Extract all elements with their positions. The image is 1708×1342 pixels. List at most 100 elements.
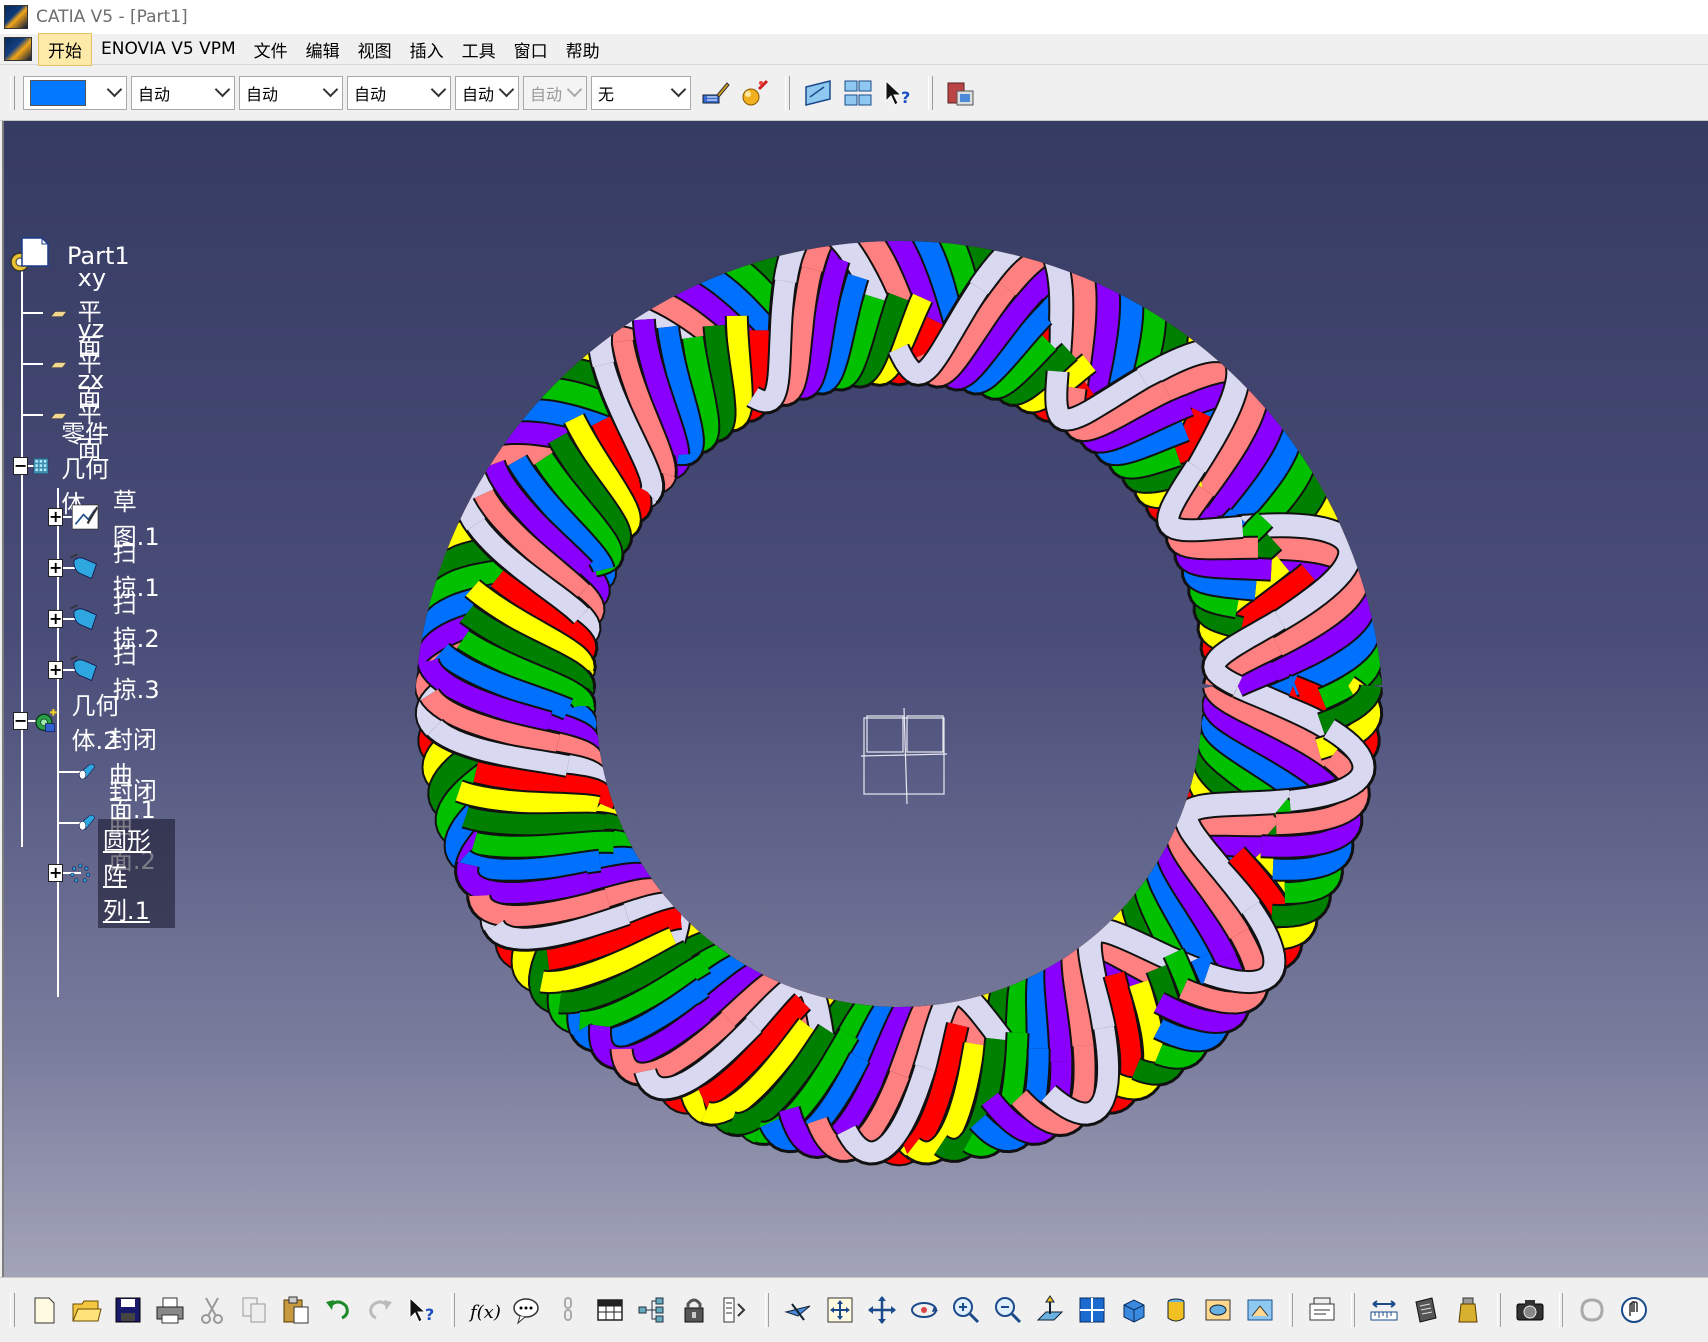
catia-logo-icon[interactable] <box>4 37 32 61</box>
chevron-down-icon <box>214 81 231 98</box>
menu-view[interactable]: 视图 <box>349 34 401 65</box>
svg-text:?: ? <box>425 1305 434 1324</box>
collapse-icon[interactable]: − <box>13 457 29 475</box>
copy-icon[interactable] <box>235 1291 273 1329</box>
toolbar-separator <box>451 1293 455 1327</box>
save-icon[interactable] <box>109 1291 147 1329</box>
manipulation-icon[interactable] <box>1615 1291 1653 1329</box>
new-document-icon[interactable] <box>25 1291 63 1329</box>
apply-material-icon[interactable] <box>738 76 772 110</box>
toolbar-grip[interactable] <box>10 1293 15 1327</box>
normal-view-icon[interactable] <box>1031 1291 1069 1329</box>
menu-window[interactable]: 窗口 <box>505 34 557 65</box>
close-surface-icon <box>78 814 95 831</box>
sweep-icon <box>70 553 98 580</box>
painter-brush-icon[interactable] <box>698 76 732 110</box>
zoom-in-icon[interactable] <box>947 1291 985 1329</box>
tree-trunk-line <box>21 263 23 847</box>
pan-icon[interactable] <box>863 1291 901 1329</box>
toolbar-separator <box>1289 1293 1293 1327</box>
expand-icon[interactable]: + <box>48 559 64 577</box>
isometric-view-icon[interactable] <box>1115 1291 1153 1329</box>
design-table-icon[interactable] <box>591 1291 629 1329</box>
menu-file[interactable]: 文件 <box>245 34 297 65</box>
redo-icon[interactable] <box>361 1291 399 1329</box>
tree-label-circular-pattern-1: 圆形阵列.1 <box>97 818 175 928</box>
line-type-combo[interactable]: 自动 <box>347 76 451 110</box>
sweep-icon <box>70 604 98 631</box>
3d-viewport[interactable]: Part1 xy 平面 yz 平面 zx 平面 − 零件几何体 + 草图.1 +… <box>2 121 1708 1277</box>
point-symbol-combo[interactable]: 自动 <box>455 76 519 110</box>
toolbar-grip[interactable] <box>10 76 15 110</box>
shading-icon[interactable] <box>1157 1291 1195 1329</box>
paste-icon[interactable] <box>277 1291 315 1329</box>
toolbar-separator <box>1559 1293 1563 1327</box>
knowledge-advisor-icon[interactable] <box>507 1291 545 1329</box>
chevron-down-icon <box>322 81 339 98</box>
tree-connector <box>21 414 43 416</box>
graph-tree-icon[interactable] <box>633 1291 671 1329</box>
swap-visible-space-icon[interactable] <box>841 76 875 110</box>
line-type-value: 自动 <box>354 85 387 104</box>
zoom-out-icon[interactable] <box>989 1291 1027 1329</box>
formula-icon[interactable]: f(x) <box>465 1291 503 1329</box>
hide-show-icon[interactable] <box>801 76 835 110</box>
transparency-value: 自动 <box>138 85 171 104</box>
svg-text:f(x): f(x) <box>468 1302 500 1323</box>
capture-camera-icon[interactable] <box>1511 1291 1549 1329</box>
twisted-torus-model[interactable] <box>399 196 1399 1196</box>
link-icon[interactable] <box>549 1291 587 1329</box>
collapse-icon[interactable]: − <box>13 712 29 730</box>
whats-this-icon[interactable]: ? <box>881 76 915 110</box>
tree-node-sweep-3[interactable]: + 扫掠.3 <box>48 641 175 704</box>
transparency-combo[interactable]: 自动 <box>131 76 235 110</box>
tree-node-circular-pattern-1[interactable]: + 圆形阵列.1 <box>48 818 175 928</box>
fit-all-in-icon[interactable] <box>821 1291 859 1329</box>
measure-between-icon[interactable] <box>1365 1291 1403 1329</box>
menu-enovia[interactable]: ENOVIA V5 VPM <box>92 36 245 62</box>
measure-item-icon[interactable] <box>1407 1291 1445 1329</box>
chevron-down-icon <box>670 81 687 98</box>
chevron-down-icon <box>566 81 583 98</box>
expand-icon[interactable]: + <box>48 610 64 628</box>
open-folder-icon[interactable] <box>67 1291 105 1329</box>
measure-inertia-icon[interactable] <box>1449 1291 1487 1329</box>
tree-node-sweep-2[interactable]: + 扫掠.2 <box>48 590 175 653</box>
standard-toolbar: ? f(x) <box>0 1277 1708 1342</box>
undo-icon[interactable] <box>319 1291 357 1329</box>
line-thickness-combo[interactable]: 自动 <box>239 76 343 110</box>
menu-help[interactable]: 帮助 <box>557 34 609 65</box>
tree-node-sweep-1[interactable]: + 扫掠.1 <box>48 539 175 602</box>
catalog-browser-icon[interactable] <box>944 76 978 110</box>
multi-view-icon[interactable] <box>1073 1291 1111 1329</box>
rendering-style-value: 自动 <box>530 85 563 104</box>
part-icon <box>10 237 49 272</box>
menu-bar: 开始 ENOVIA V5 VPM 文件 编辑 视图 插入 工具 窗口 帮助 <box>0 32 1708 66</box>
expand-icon[interactable]: + <box>48 864 64 882</box>
hide-show-icon[interactable] <box>1199 1291 1237 1329</box>
menu-tools[interactable]: 工具 <box>453 34 505 65</box>
color-combo[interactable] <box>23 76 127 110</box>
update-icon[interactable] <box>1573 1291 1611 1329</box>
expand-icon[interactable]: + <box>48 508 64 526</box>
tree-node-part-body[interactable]: − 零件几何体 <box>13 420 117 518</box>
create-multi-view-icon[interactable] <box>1303 1291 1341 1329</box>
menu-edit[interactable]: 编辑 <box>297 34 349 65</box>
menu-insert[interactable]: 插入 <box>401 34 453 65</box>
lock-icon[interactable] <box>675 1291 713 1329</box>
print-icon[interactable] <box>151 1291 189 1329</box>
tree-node-sketch-1[interactable]: + 草图.1 <box>48 488 175 551</box>
rotate-icon[interactable] <box>905 1291 943 1329</box>
swap-visible-space-icon[interactable] <box>1241 1291 1279 1329</box>
toolbar-grip[interactable] <box>928 76 933 110</box>
cut-icon[interactable] <box>193 1291 231 1329</box>
fly-mode-icon[interactable] <box>779 1291 817 1329</box>
point-symbol-value: 自动 <box>462 85 495 104</box>
macro-icon[interactable] <box>717 1291 755 1329</box>
toolbar-grip[interactable] <box>785 76 790 110</box>
menu-start[interactable]: 开始 <box>38 32 92 66</box>
tree-connector <box>21 363 43 365</box>
whats-this-icon[interactable]: ? <box>403 1291 441 1329</box>
layer-combo[interactable]: 无 <box>591 76 691 110</box>
expand-icon[interactable]: + <box>48 661 64 679</box>
